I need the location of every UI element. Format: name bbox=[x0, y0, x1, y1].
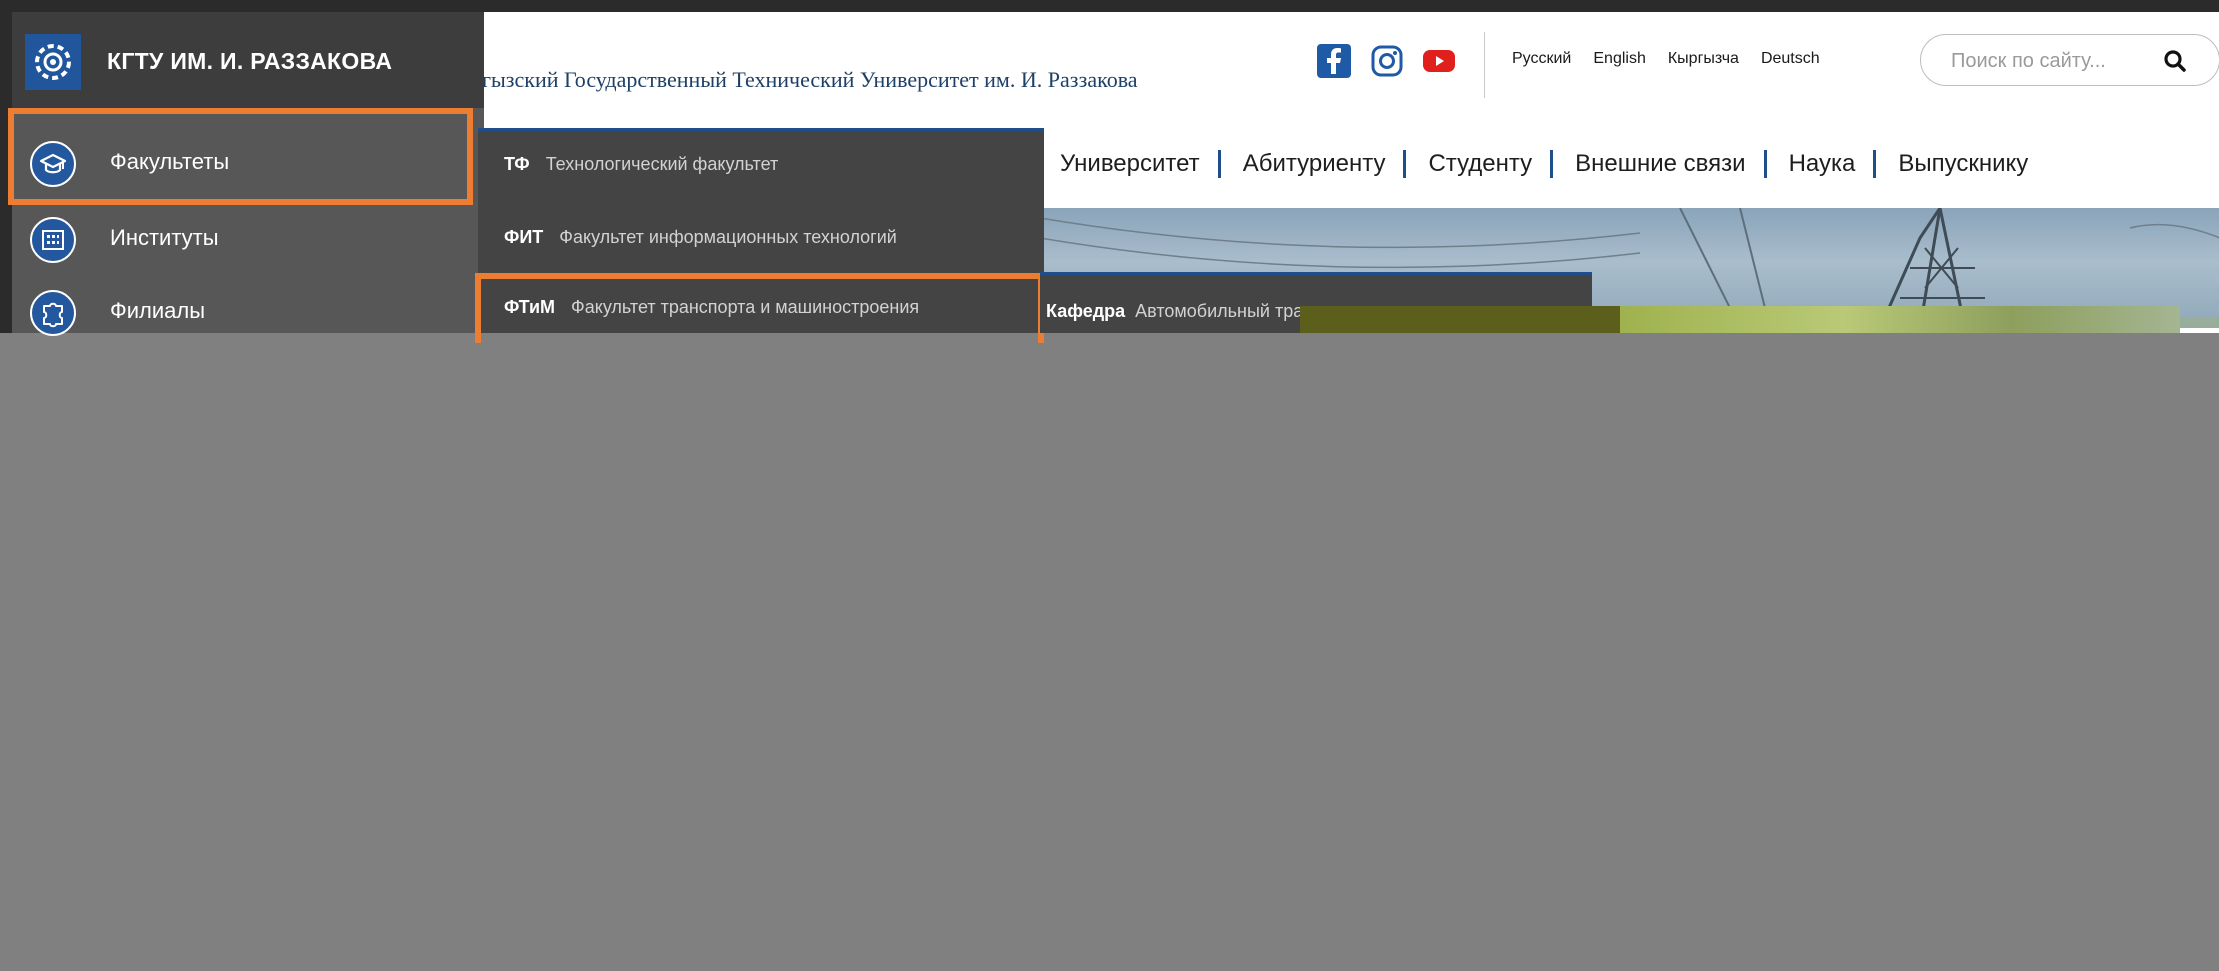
sidebar-item-label: Филиалы bbox=[110, 298, 206, 323]
youtube-icon[interactable] bbox=[1422, 44, 1456, 78]
render-artifact bbox=[1620, 306, 2180, 333]
faculty-name: Технологический факультет bbox=[545, 154, 779, 174]
nav-separator bbox=[1403, 150, 1407, 178]
language-switcher: Русский English Кыргызча Deutsch bbox=[1512, 50, 1820, 68]
page-overlay bbox=[0, 333, 2219, 971]
faculty-abbr: ФИТ bbox=[504, 227, 544, 247]
building-icon bbox=[30, 217, 76, 263]
university-brand-name[interactable]: КГТУ ИМ. И. РАЗЗАКОВА bbox=[107, 48, 392, 75]
nav-university[interactable]: Университет bbox=[1060, 150, 1200, 178]
faculty-abbr: ТФ bbox=[504, 154, 530, 174]
nav-applicant[interactable]: Абитуриенту bbox=[1243, 150, 1386, 178]
header-divider bbox=[1484, 32, 1485, 98]
search-input[interactable] bbox=[1949, 47, 2153, 75]
lang-german[interactable]: Deutsch bbox=[1761, 50, 1820, 68]
faculty-name: Факультет информационных технологий bbox=[559, 227, 897, 247]
department-prefix: Кафедра bbox=[1046, 301, 1126, 321]
nav-separator bbox=[1763, 150, 1767, 178]
nav-external-relations[interactable]: Внешние связи bbox=[1575, 150, 1745, 178]
nav-separator bbox=[1873, 150, 1877, 178]
nav-science[interactable]: Наука bbox=[1789, 150, 1856, 178]
puzzle-icon bbox=[30, 290, 76, 336]
highlight-ftim bbox=[475, 273, 1044, 343]
nav-student[interactable]: Студенту bbox=[1428, 150, 1532, 178]
lang-kyrgyz[interactable]: Кыргызча bbox=[1668, 50, 1739, 68]
sidebar-item-branches[interactable]: Филиалы bbox=[12, 284, 484, 354]
main-navigation: Университет Абитуриенту Студенту Внешние… bbox=[1060, 150, 2028, 178]
search-box bbox=[1920, 34, 2219, 86]
top-frame bbox=[0, 0, 2219, 12]
faculty-item-tf[interactable]: ТФ Технологический факультет bbox=[504, 154, 778, 175]
nav-separator bbox=[1217, 150, 1221, 178]
render-artifact bbox=[1300, 306, 1620, 333]
sidebar-header: КГТУ ИМ. И. РАЗЗАКОВА bbox=[12, 12, 484, 108]
instagram-icon[interactable] bbox=[1370, 44, 1404, 78]
highlight-faculties bbox=[8, 108, 473, 205]
lang-english[interactable]: English bbox=[1593, 50, 1645, 68]
sidebar-item-label: Институты bbox=[110, 225, 219, 250]
facebook-icon[interactable] bbox=[1317, 44, 1351, 78]
university-logo-icon[interactable] bbox=[25, 34, 81, 90]
lang-russian[interactable]: Русский bbox=[1512, 50, 1571, 68]
nav-graduate[interactable]: Выпускнику bbox=[1898, 150, 2028, 178]
nav-separator bbox=[1550, 150, 1554, 178]
sidebar-item-institutes[interactable]: Институты bbox=[12, 211, 484, 281]
site-title[interactable]: гызский Государственный Технический Унив… bbox=[482, 67, 1138, 93]
search-icon[interactable] bbox=[2163, 49, 2187, 78]
faculty-item-fit[interactable]: ФИТ Факультет информационных технологий bbox=[504, 227, 897, 248]
